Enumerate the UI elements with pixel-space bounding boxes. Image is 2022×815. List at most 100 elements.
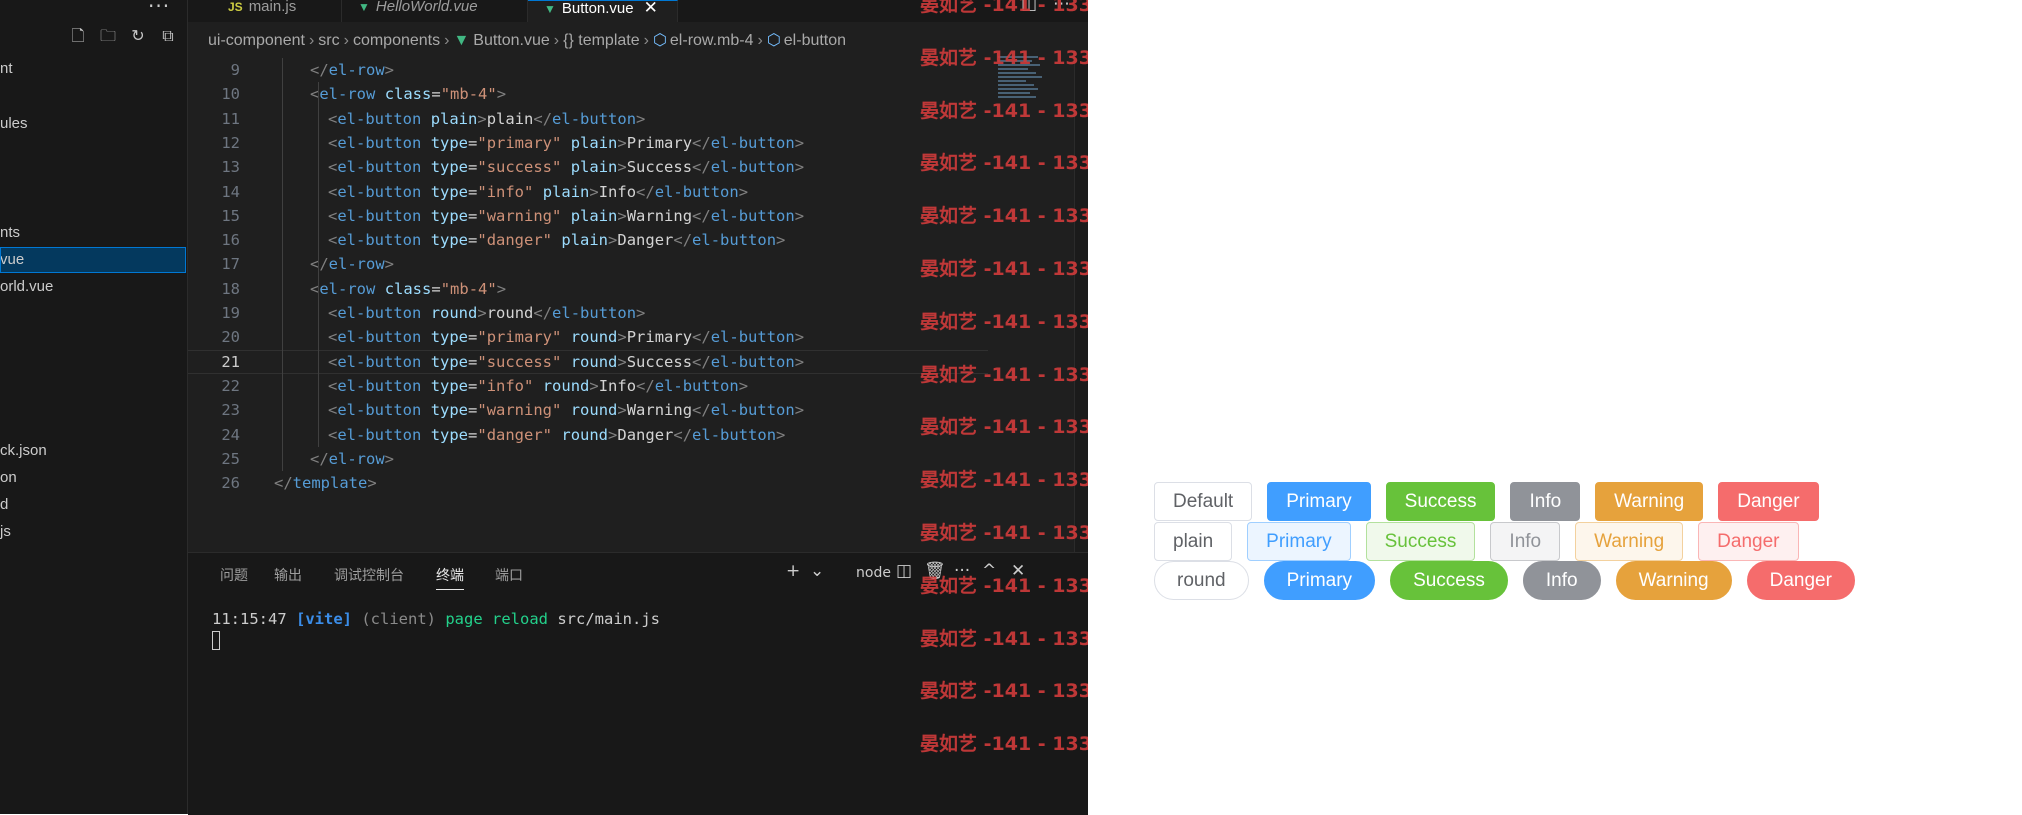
primary-round-button[interactable]: Primary xyxy=(1263,561,1376,600)
file-tree-item[interactable]: nt xyxy=(0,56,186,82)
code-token: el-button xyxy=(337,376,422,395)
code-token: "warning" xyxy=(477,401,562,420)
watermark-text: 晏如艺 -141 - 1339 xyxy=(920,469,1106,492)
primary-default-button[interactable]: Primary xyxy=(1267,482,1371,521)
file-tree-item[interactable]: nts xyxy=(0,220,186,246)
chevron-down-icon[interactable]: ⌄ xyxy=(810,561,824,581)
default-default-button[interactable]: Default xyxy=(1154,482,1253,521)
info-round-button[interactable]: Info xyxy=(1522,561,1601,600)
code-token: "primary" xyxy=(477,133,562,152)
code-line: 9 </el-row> xyxy=(188,58,988,82)
split-terminal-icon[interactable]: ◫ xyxy=(896,561,912,581)
panel-tab[interactable]: 端口 xyxy=(495,565,523,585)
warning-plain-button[interactable]: Warning xyxy=(1575,522,1684,561)
code-token: > xyxy=(589,182,599,201)
danger-round-button[interactable]: Danger xyxy=(1746,561,1855,600)
chevron-right-icon: › xyxy=(553,32,560,49)
breadcrumb-item[interactable]: src xyxy=(318,32,339,49)
more-actions-icon[interactable]: ··· xyxy=(148,0,170,18)
breadcrumb-item[interactable]: el-row.mb-4 xyxy=(670,32,754,49)
code-token: "primary" xyxy=(477,328,562,347)
editor-tab[interactable]: ▼ HelloWorld.vue xyxy=(342,0,528,22)
file-tree-item[interactable]: vue xyxy=(0,247,186,273)
editor-tab[interactable]: JS main.js xyxy=(212,0,342,22)
file-tree-item[interactable]: orld.vue xyxy=(0,274,186,300)
refresh-icon[interactable]: ↻ xyxy=(128,26,148,46)
terminal-path: src/main.js xyxy=(557,610,660,628)
file-tree-item[interactable]: on xyxy=(0,465,186,491)
code-token: = xyxy=(468,158,478,177)
editor-tab[interactable]: ▼ Button.vue ✕ xyxy=(528,0,678,22)
code-token: round xyxy=(570,328,618,347)
panel-tab[interactable]: 问题 xyxy=(220,565,248,585)
code-token: </ xyxy=(636,376,655,395)
chevron-right-icon: › xyxy=(343,32,349,49)
breadcrumb-item[interactable]: el-button xyxy=(784,32,846,49)
breadcrumb-item[interactable]: Button.vue xyxy=(473,32,550,49)
breadcrumb-item[interactable]: ui-component xyxy=(208,32,305,49)
warning-default-button[interactable]: Warning xyxy=(1595,482,1704,521)
code-token: > xyxy=(608,425,618,444)
warning-round-button[interactable]: Warning xyxy=(1615,561,1732,600)
code-token: > xyxy=(496,279,507,298)
code-token: Primary xyxy=(626,133,693,152)
danger-plain-button[interactable]: Danger xyxy=(1698,522,1799,561)
code-token: plain xyxy=(570,158,618,177)
file-tree-item[interactable]: d xyxy=(0,492,186,518)
panel-tab[interactable]: 终端 xyxy=(436,565,464,590)
code-token: el-button xyxy=(337,158,422,177)
line-number: 14 xyxy=(221,182,240,201)
explorer-sidebar: ··· 🗋 🗀 ↻ ⧉ nt ules nts vue orld.vue ck.json on d j… xyxy=(0,0,188,814)
line-source: <el-button type="primary" plain>Primary<… xyxy=(328,131,804,155)
new-terminal-icon[interactable]: + xyxy=(786,561,800,581)
line-source: <el-button type="info" round>Info</el-bu… xyxy=(328,374,748,398)
code-token: < xyxy=(328,304,338,322)
file-tree-item[interactable]: ules xyxy=(0,111,186,137)
code-token: < xyxy=(328,182,338,201)
breadcrumb-item[interactable]: {} template xyxy=(563,32,640,49)
terminal-output-line: 11:15:47 [vite] (client) page reload src… xyxy=(212,610,660,628)
panel-tab[interactable]: 输出 xyxy=(274,565,302,585)
new-file-icon[interactable]: 🗋 xyxy=(68,26,88,46)
default-round-button[interactable]: round xyxy=(1154,561,1249,600)
code-token: plain xyxy=(570,133,618,152)
file-tree-item[interactable]: js xyxy=(0,519,186,545)
new-folder-icon[interactable]: 🗀 xyxy=(98,26,118,46)
default-plain-button[interactable]: plain xyxy=(1154,522,1233,561)
success-default-button[interactable]: Success xyxy=(1385,482,1496,521)
code-token: type xyxy=(430,352,469,371)
info-plain-button[interactable]: Info xyxy=(1490,522,1561,561)
info-default-button[interactable]: Info xyxy=(1510,482,1581,521)
code-token: < xyxy=(328,352,338,371)
primary-plain-button[interactable]: Primary xyxy=(1247,522,1351,561)
code-token: > xyxy=(477,109,487,128)
code-token: "success" xyxy=(477,352,562,371)
file-tree-item[interactable]: ck.json xyxy=(0,438,186,464)
close-tab-icon[interactable]: ✕ xyxy=(644,0,658,17)
code-token: > xyxy=(477,304,487,322)
code-token: </ xyxy=(533,109,553,128)
code-token: > xyxy=(608,231,618,250)
success-round-button[interactable]: Success xyxy=(1390,561,1508,600)
code-token: type xyxy=(430,158,469,177)
code-token: > xyxy=(384,61,395,79)
code-token: class xyxy=(384,85,432,104)
success-plain-button[interactable]: Success xyxy=(1365,522,1476,561)
terminal-vite-tag: [vite] xyxy=(296,610,352,628)
terminal-client-tag: (client) xyxy=(361,610,436,628)
panel-tab[interactable]: 调试控制台 xyxy=(334,565,404,585)
terminal-name[interactable]: node xyxy=(856,565,891,581)
indent-guide xyxy=(282,58,283,472)
danger-default-button[interactable]: Danger xyxy=(1718,482,1819,521)
breadcrumb-item[interactable]: components xyxy=(353,32,440,49)
line-source: <el-row class="mb-4"> xyxy=(310,277,506,301)
collapse-all-icon[interactable]: ⧉ xyxy=(158,26,178,46)
code-token: el-button xyxy=(710,158,795,177)
line-number: 17 xyxy=(221,255,240,274)
code-token: plain xyxy=(570,206,618,225)
code-token: el-button xyxy=(654,182,739,201)
code-token: el-button xyxy=(337,328,422,347)
code-token: el-button xyxy=(692,425,777,444)
